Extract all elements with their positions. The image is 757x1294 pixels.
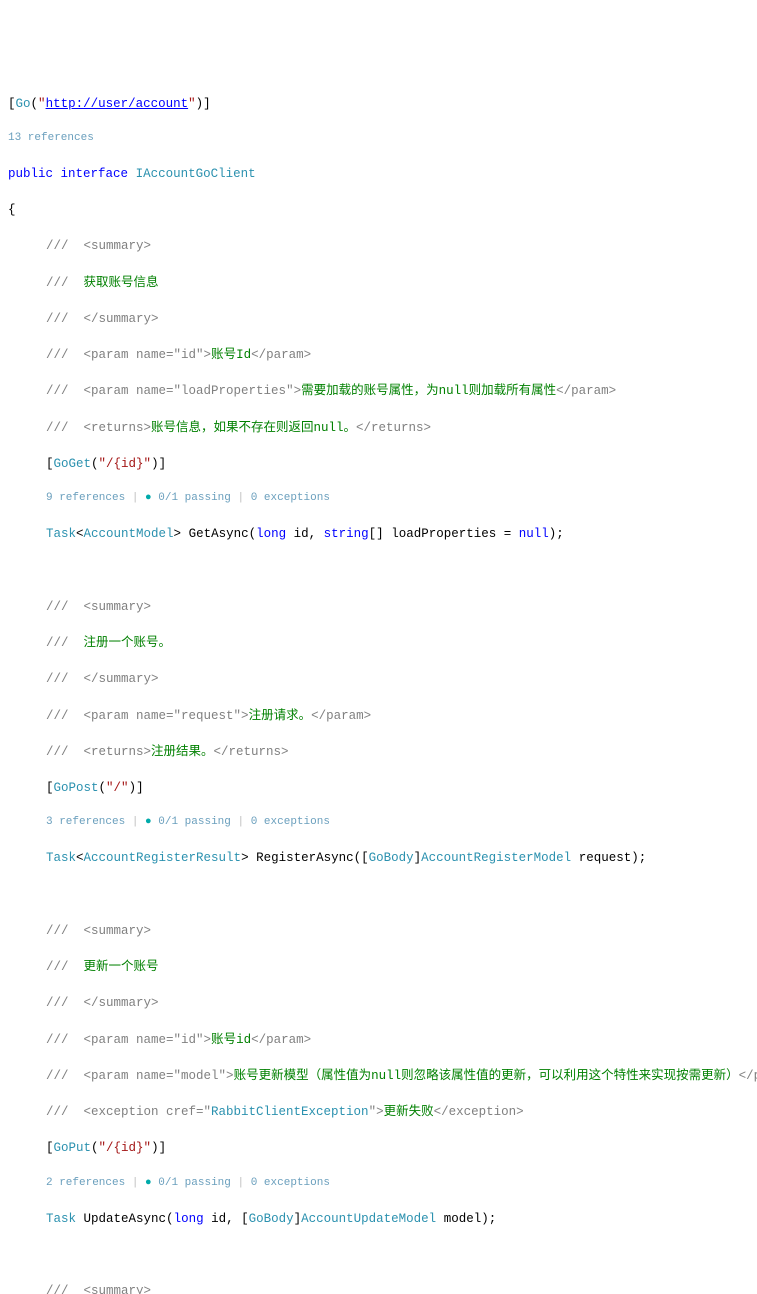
xml-summary-text: /// 注册一个账号。 (8, 634, 757, 652)
xml-exception: /// <exception cref="RabbitClientExcepti… (8, 1103, 757, 1121)
xml-returns: /// <returns>注册结果。</returns> (8, 743, 757, 761)
xml-summary-text: /// 更新一个账号 (8, 958, 757, 976)
attribute-goput: [GoPut("/{id}")] (8, 1139, 757, 1157)
brace-open: { (8, 201, 757, 219)
xml-summary-close: /// </summary> (8, 994, 757, 1012)
codelens-getasync[interactable]: 9 references | ● 0/1 passing | 0 excepti… (8, 491, 757, 507)
codelens-interface[interactable]: 13 references (8, 131, 757, 147)
xml-returns: /// <returns>账号信息，如果不存在则返回null。</returns… (8, 419, 757, 437)
xml-summary-open: /// <summary> (8, 237, 757, 255)
method-getasync: Task<AccountModel> GetAsync(long id, str… (8, 525, 757, 543)
xml-summary-close: /// </summary> (8, 310, 757, 328)
url-link[interactable]: http://user/account (46, 97, 189, 111)
xml-summary-open: /// <summary> (8, 1282, 757, 1294)
code-editor[interactable]: [Go("http://user/account")] 13 reference… (8, 77, 757, 1294)
xml-summary-close: /// </summary> (8, 670, 757, 688)
xml-param-id: /// <param name="id">账号id</param> (8, 1031, 757, 1049)
attribute-goget: [GoGet("/{id}")] (8, 455, 757, 473)
blank-line (8, 562, 757, 580)
method-registerasync: Task<AccountRegisterResult> RegisterAsyn… (8, 849, 757, 867)
xml-summary-open: /// <summary> (8, 922, 757, 940)
codelens-updateasync[interactable]: 2 references | ● 0/1 passing | 0 excepti… (8, 1176, 757, 1192)
xml-param-request: /// <param name="request">注册请求。</param> (8, 707, 757, 725)
xml-summary-open: /// <summary> (8, 598, 757, 616)
interface-declaration: public interface IAccountGoClient (8, 165, 757, 183)
xml-summary-text: /// 获取账号信息 (8, 274, 757, 292)
attribute-go: [Go("http://user/account")] (8, 95, 757, 113)
xml-param-id: /// <param name="id">账号Id</param> (8, 346, 757, 364)
codelens-registerasync[interactable]: 3 references | ● 0/1 passing | 0 excepti… (8, 815, 757, 831)
xml-param-model: /// <param name="model">账号更新模型（属性值为null则… (8, 1067, 757, 1085)
blank-line (8, 886, 757, 904)
xml-param-loadprops: /// <param name="loadProperties">需要加载的账号… (8, 382, 757, 400)
attribute-gopost: [GoPost("/")] (8, 779, 757, 797)
blank-line (8, 1246, 757, 1264)
method-updateasync: Task UpdateAsync(long id, [GoBody]Accoun… (8, 1210, 757, 1228)
